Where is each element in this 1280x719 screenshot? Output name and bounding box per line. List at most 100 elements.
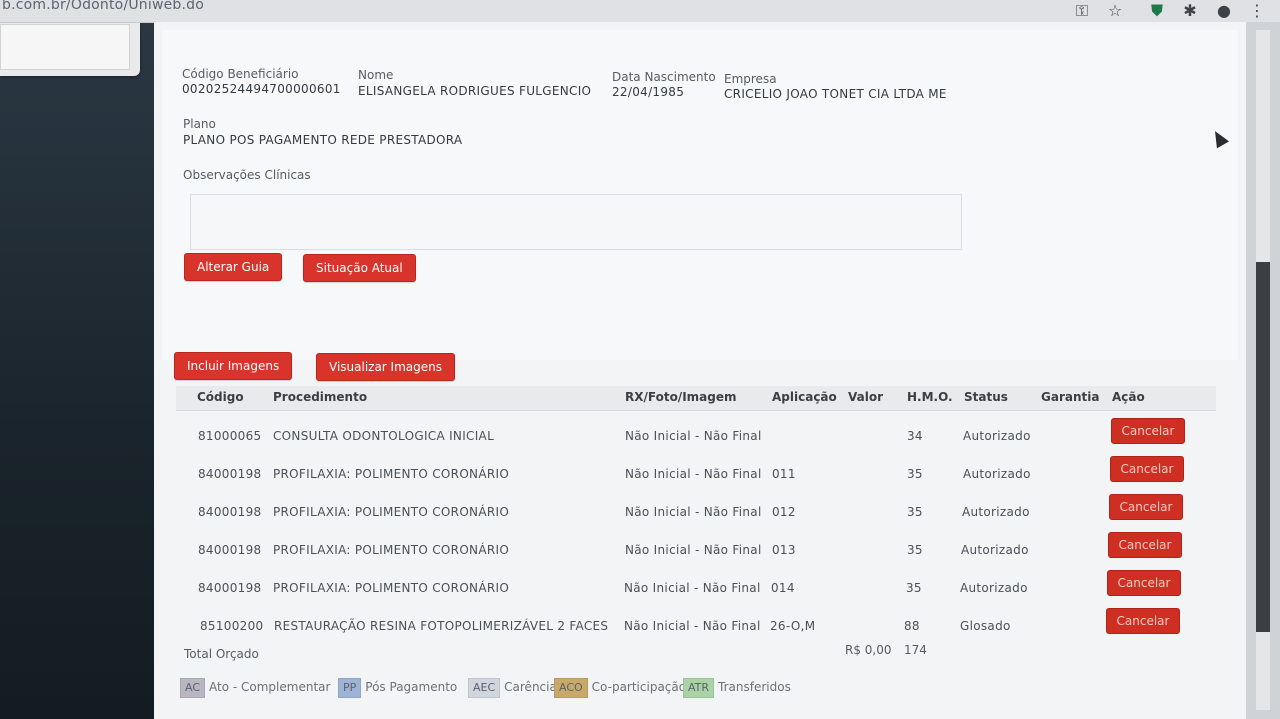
total-hmo: 174 <box>904 643 927 657</box>
cell-procedimento: CONSULTA ODONTOLOGICA INICIAL <box>273 429 495 443</box>
legend-item-aec: AEC Carência <box>468 678 557 698</box>
cell-procedimento: RESTAURAÇÃO RESINA FOTOPOLIMERIZÁVEL 2 F… <box>274 619 609 633</box>
cell-rx: Não Inicial - Não Final <box>625 467 762 481</box>
cell-hmo: 35 <box>907 543 923 557</box>
beneficiary-card: Código Beneficiário 00202524494700000601… <box>162 30 1238 360</box>
legend-item-aco: ACO Co-participação <box>554 678 686 698</box>
cell-procedimento: PROFILAXIA: POLIMENTO CORONÁRIO <box>273 467 510 481</box>
cell-rx: Não Inicial - Não Final <box>625 505 762 519</box>
legend-item-atr: ATR Transferidos <box>683 678 791 698</box>
data-nascimento-value: 22/04/1985 <box>612 85 685 99</box>
table-row: 84000198 PROFILAXIA: POLIMENTO CORONÁRIO… <box>176 494 1216 532</box>
cell-codigo: 81000065 <box>198 429 262 443</box>
popup-panel <box>0 18 140 76</box>
main-page: Código Beneficiário 00202524494700000601… <box>154 22 1246 719</box>
th-codigo: Código <box>197 390 244 404</box>
codigo-beneficiario-label: Código Beneficiário <box>182 67 299 81</box>
situacao-atual-button[interactable]: Situação Atual <box>303 254 416 282</box>
popup-inner <box>0 24 130 70</box>
plano-value: PLANO POS PAGAMENTO REDE PRESTADORA <box>183 133 463 147</box>
legend-badge: PP <box>338 678 362 698</box>
th-procedimento: Procedimento <box>273 390 368 404</box>
th-rx: RX/Foto/Imagem <box>625 390 737 404</box>
cell-rx: Não Inicial - Não Final <box>624 581 761 595</box>
legend-item-pp: PP Pós Pagamento <box>338 678 457 698</box>
visualizar-imagens-button[interactable]: Visualizar Imagens <box>316 353 455 381</box>
legend-badge: AEC <box>468 678 501 698</box>
plano-label: Plano <box>183 117 216 131</box>
cancel-button[interactable]: Cancelar <box>1110 456 1184 482</box>
empresa-value: CRICELIO JOAO TONET CIA LTDA ME <box>724 87 947 101</box>
monitor-bezel-area <box>0 0 160 719</box>
th-valor: Valor <box>848 390 884 404</box>
cell-procedimento: PROFILAXIA: POLIMENTO CORONÁRIO <box>273 505 510 519</box>
cell-rx: Não Inicial - Não Final <box>625 543 762 557</box>
key-icon[interactable]: ⚿ <box>1071 0 1093 22</box>
legend-label: Ato - Complementar <box>209 680 331 694</box>
cell-status: Autorizado <box>961 543 1029 557</box>
star-icon[interactable]: ☆ <box>1104 0 1126 22</box>
nome-label: Nome <box>358 68 394 82</box>
total-orcado-label: Total Orçado <box>184 647 259 661</box>
cancel-button[interactable]: Cancelar <box>1109 494 1183 520</box>
incluir-imagens-button[interactable]: Incluir Imagens <box>174 352 293 380</box>
empresa-label: Empresa <box>724 72 777 86</box>
cell-codigo: 84000198 <box>198 543 262 557</box>
th-hmo: H.M.O. <box>907 390 953 404</box>
scrollbar-thumb[interactable] <box>1256 262 1270 632</box>
cell-hmo: 34 <box>907 429 923 443</box>
legend-badge: ACO <box>554 678 588 698</box>
cell-codigo: 84000198 <box>198 581 262 595</box>
cell-rx: Não Inicial - Não Final <box>624 619 761 633</box>
cancel-button[interactable]: Cancelar <box>1107 570 1181 596</box>
shield-icon[interactable]: ⛊ <box>1146 0 1168 22</box>
cell-hmo: 88 <box>904 619 920 633</box>
legend-badge: ATR <box>683 678 715 698</box>
account-icon[interactable]: ● <box>1213 0 1235 22</box>
cell-status: Autorizado <box>962 505 1030 519</box>
cell-status: Autorizado <box>963 429 1031 443</box>
th-status: Status <box>964 390 1008 404</box>
total-valor: R$ 0,00 <box>845 643 892 657</box>
table-row: 84000198 PROFILAXIA: POLIMENTO CORONÁRIO… <box>176 456 1216 494</box>
cell-aplicacao: 26-O,M <box>770 619 816 633</box>
table-row: 81000065 CONSULTA ODONTOLOGICA INICIAL N… <box>176 418 1216 456</box>
legend-item-ac: AC Ato - Complementar <box>180 678 330 698</box>
cell-codigo: 84000198 <box>198 467 262 481</box>
cell-procedimento: PROFILAXIA: POLIMENTO CORONÁRIO <box>273 543 510 557</box>
cell-status: Autorizado <box>963 467 1031 481</box>
data-nascimento-label: Data Nascimento <box>612 70 716 84</box>
legend-label: Transferidos <box>718 680 791 694</box>
table-row: 84000198 PROFILAXIA: POLIMENTO CORONÁRIO… <box>176 570 1216 608</box>
cancel-button[interactable]: Cancelar <box>1106 608 1180 634</box>
legend-label: Co-participação <box>591 680 687 694</box>
cell-hmo: 35 <box>907 467 923 481</box>
legend-label: Pós Pagamento <box>365 680 458 694</box>
cell-aplicacao: 011 <box>772 467 796 481</box>
address-bar-text[interactable]: b.com.br/Odonto/Uniweb.do <box>2 0 204 18</box>
alterar-guia-button[interactable]: Alterar Guia <box>184 253 283 281</box>
cell-hmo: 35 <box>907 505 923 519</box>
cell-status: Autorizado <box>960 581 1028 595</box>
page-scrollbar[interactable] <box>1246 22 1280 719</box>
th-garantia: Garantia <box>1041 390 1100 404</box>
observacoes-label: Observações Clínicas <box>183 168 311 182</box>
table-row: 84000198 PROFILAXIA: POLIMENTO CORONÁRIO… <box>176 532 1216 570</box>
observacoes-textarea[interactable] <box>190 194 962 250</box>
codigo-beneficiario-value: 00202524494700000601 <box>182 82 341 96</box>
cell-aplicacao: 013 <box>772 543 796 557</box>
cell-codigo: 85100200 <box>200 619 264 633</box>
more-icon[interactable]: ⋮ <box>1246 0 1268 22</box>
legend-badge: AC <box>180 678 206 698</box>
legend-label: Carência <box>504 680 557 694</box>
browser-toolbar: b.com.br/Odonto/Uniweb.do ⚿ ☆ ⛊ ✱ ● ⋮ <box>0 0 1280 23</box>
puzzle-icon[interactable]: ✱ <box>1179 0 1201 22</box>
cell-status: Glosado <box>960 619 1011 633</box>
cell-codigo: 84000198 <box>198 505 262 519</box>
cell-hmo: 35 <box>906 581 922 595</box>
cancel-button[interactable]: Cancelar <box>1111 418 1185 444</box>
nome-value: ELISANGELA RODRIGUES FULGENCIO <box>358 84 592 98</box>
cell-procedimento: PROFILAXIA: POLIMENTO CORONÁRIO <box>273 581 510 595</box>
cell-aplicacao: 012 <box>772 505 796 519</box>
cancel-button[interactable]: Cancelar <box>1108 532 1182 558</box>
